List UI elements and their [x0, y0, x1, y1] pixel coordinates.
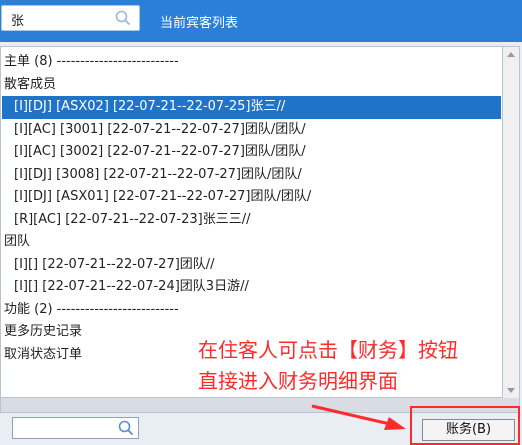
search-icon[interactable]	[115, 10, 131, 26]
scroll-up-icon[interactable]	[507, 52, 515, 57]
bottom-search-input[interactable]	[12, 417, 139, 439]
top-bar: 张 当前宾客列表	[0, 0, 522, 42]
guest-search-value: 张	[11, 14, 25, 29]
list-item[interactable]: [I][DJ] [ASX01] [22-07-21--22-07-27]团队/团…	[2, 186, 501, 209]
guest-list: 主单 (8) -------------------------- 散客成员 [I]…	[2, 51, 501, 366]
finance-button[interactable]: 账务(B)	[422, 419, 515, 441]
annotation-arrow	[311, 404, 406, 430]
page-title: 当前宾客列表	[160, 16, 239, 31]
list-item[interactable]: 团队	[2, 231, 501, 254]
list-item[interactable]: [I][AC] [3001] [22-07-21--22-07-27]团队/团队…	[2, 119, 501, 142]
list-item-selected[interactable]: [I][DJ] [ASX02] [22-07-21--22-07-25]张三//	[2, 96, 501, 119]
annotation-line-1: 在住客人可点击【财务】按钮	[198, 338, 458, 362]
list-item[interactable]: [I][DJ] [3008] [22-07-21--22-07-27]团队/团队…	[2, 164, 501, 187]
list-item[interactable]: [R][AC] [22-07-21--22-07-23]张三三//	[2, 209, 501, 232]
annotation-line-2: 直接进入财务明细界面	[198, 369, 398, 393]
list-item[interactable]: 主单 (8) --------------------------	[2, 51, 501, 74]
list-item[interactable]: [I][AC] [3002] [22-07-21--22-07-27]团队/团队…	[2, 141, 501, 164]
scroll-down-icon[interactable]	[507, 388, 515, 393]
list-item[interactable]: 功能 (2) --------------------------	[2, 299, 501, 322]
list-item[interactable]: [I][] [22-07-21--22-07-27]团队//	[2, 254, 501, 277]
vertical-scrollbar[interactable]	[503, 46, 520, 398]
guest-search-input[interactable]: 张	[1, 5, 140, 31]
list-item[interactable]: 散客成员	[2, 74, 501, 97]
list-item[interactable]: [I][] [22-07-21--22-07-24]团队3日游//	[2, 276, 501, 299]
search-icon[interactable]	[118, 420, 134, 436]
